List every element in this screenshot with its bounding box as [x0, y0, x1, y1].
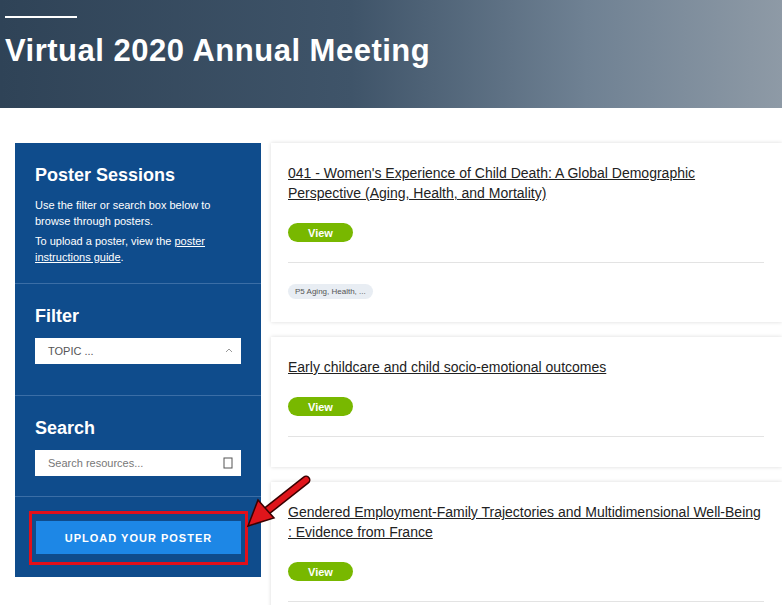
poster-title[interactable]: 041 - Women's Experience of Child Death:… — [288, 163, 764, 203]
card-footer — [288, 602, 764, 605]
page: Virtual 2020 Annual Meeting Poster Sessio… — [0, 0, 782, 605]
card-divider — [288, 436, 764, 437]
search-input[interactable]: Search resources... — [35, 450, 241, 476]
view-button[interactable]: View — [288, 562, 353, 581]
instructions-link[interactable]: poster instructions guide — [35, 235, 205, 263]
poster-sessions-section: Poster Sessions Use the filter or search … — [15, 143, 261, 284]
header-banner: Virtual 2020 Annual Meeting — [0, 0, 782, 108]
poster-title[interactable]: Gendered Employment-Family Trajectories … — [288, 502, 764, 542]
header-rule — [5, 16, 77, 18]
topic-tag[interactable]: P5 Aging, Health, ... — [288, 284, 373, 299]
card-divider — [288, 601, 764, 602]
topic-select[interactable]: TOPIC ... — [35, 338, 241, 364]
search-title: Search — [35, 416, 241, 440]
topic-select-value: TOPIC ... — [48, 345, 94, 357]
card-divider — [288, 262, 764, 263]
page-title: Virtual 2020 Annual Meeting — [5, 32, 782, 70]
chevron-icon — [225, 347, 233, 355]
upload-poster-button[interactable]: UPLOAD YOUR POSTER — [36, 521, 241, 554]
card-footer — [288, 437, 764, 467]
view-button[interactable]: View — [288, 397, 353, 416]
upload-section: UPLOAD YOUR POSTER — [15, 497, 261, 577]
filter-section: Filter TOPIC ... — [15, 284, 261, 396]
sidebar: Poster Sessions Use the filter or search … — [15, 143, 261, 577]
tag-list: P5 Aging, Health, ... — [288, 263, 764, 322]
poster-title[interactable]: Early childcare and child socio-emotiona… — [288, 357, 764, 377]
sidebar-title: Poster Sessions — [35, 163, 241, 187]
annotation-arrow-icon — [244, 474, 314, 534]
poster-list: 041 - Women's Experience of Child Death:… — [271, 143, 782, 605]
poster-card: Early childcare and child socio-emotiona… — [271, 337, 782, 467]
search-section: Search Search resources... — [15, 396, 261, 497]
highlight-box: UPLOAD YOUR POSTER — [29, 511, 248, 565]
upload-text: To upload a poster, view the poster inst… — [35, 233, 241, 265]
main-content: Poster Sessions Use the filter or search … — [0, 108, 782, 605]
poster-card: 041 - Women's Experience of Child Death:… — [271, 143, 782, 322]
search-icon — [223, 457, 233, 469]
search-placeholder: Search resources... — [48, 457, 143, 469]
intro-text: Use the filter or search box below to br… — [35, 197, 241, 229]
view-button[interactable]: View — [288, 223, 353, 242]
poster-card: Gendered Employment-Family Trajectories … — [271, 482, 782, 605]
filter-title: Filter — [35, 304, 241, 328]
